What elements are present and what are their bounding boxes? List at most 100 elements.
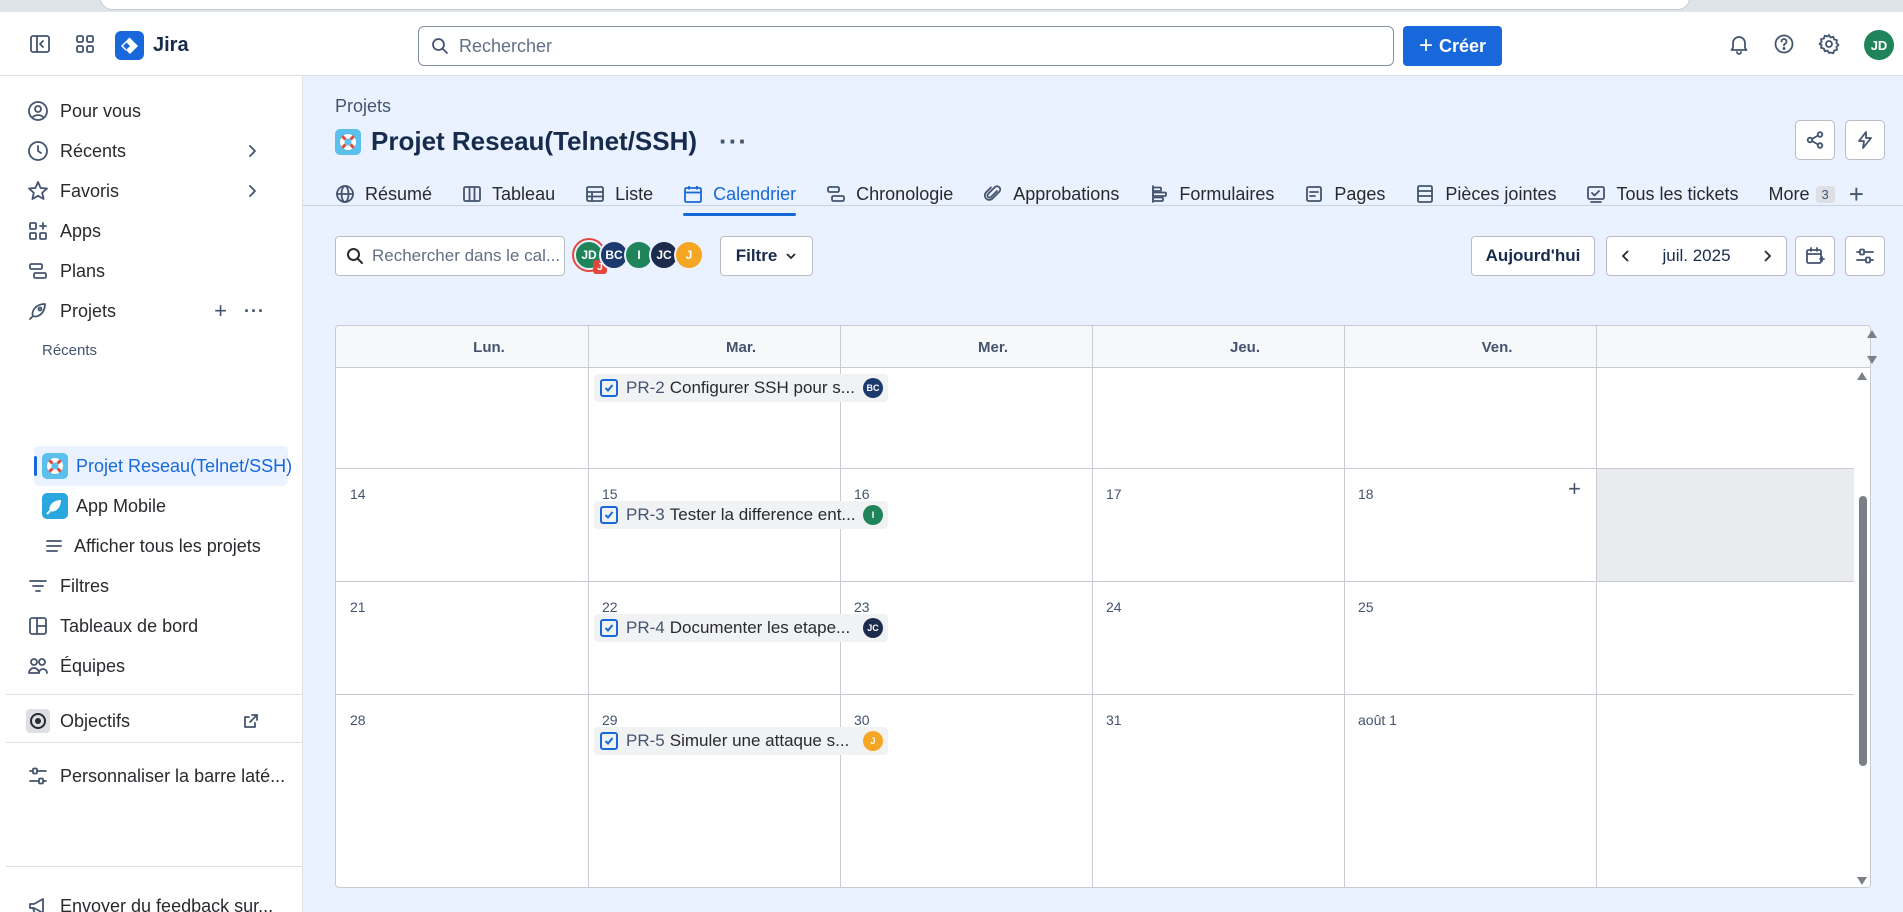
add-event-icon[interactable]: + [1568, 476, 1581, 502]
tab-chronologie[interactable]: Chronologie [826, 174, 953, 214]
page-icon [1306, 186, 1323, 202]
month-navigator: juil. 2025 [1606, 236, 1787, 276]
add-tab-icon[interactable]: + [1849, 174, 1864, 214]
more-icon[interactable]: ··· [244, 301, 265, 322]
tab-tableau[interactable]: Tableau [462, 174, 555, 214]
tab-label: Approbations [1013, 183, 1120, 204]
lifebuoy-icon [335, 128, 361, 155]
chevron-right-icon[interactable] [1760, 249, 1774, 263]
filter-button[interactable]: Filtre [720, 236, 813, 276]
month-label: juil. 2025 [1662, 246, 1731, 265]
add-date-button[interactable] [1795, 236, 1835, 276]
ticket-assignee-avatar: BC [863, 378, 883, 398]
tab-label: Liste [615, 183, 654, 204]
add-project-icon[interactable]: + [214, 298, 227, 324]
sidebar-item-plans[interactable]: Plans [26, 253, 105, 289]
list-icon [46, 540, 62, 552]
create-button[interactable]: + Créer [1403, 26, 1502, 66]
page-scroll-up-icon[interactable] [1867, 330, 1877, 338]
day-number: 23 [854, 599, 870, 615]
chevron-right-icon[interactable] [245, 184, 259, 198]
app-name[interactable]: Jira [153, 34, 189, 57]
sidebar-item-filtres[interactable]: Filtres [26, 568, 109, 604]
ticket-key: PR-3 [626, 505, 665, 524]
calendar-ticket[interactable]: PR-5 Simuler une attaque s... J [594, 727, 888, 755]
megaphone-icon [29, 898, 44, 912]
sidebar-toggle-button[interactable] [24, 28, 56, 60]
sidebar-item-tableaux-de-bord[interactable]: Tableaux de bord [26, 608, 198, 644]
breadcrumb[interactable]: Projets [335, 96, 391, 117]
ticket-key: PR-2 [626, 378, 665, 397]
tab-tous-les-tickets[interactable]: Tous les tickets [1586, 174, 1739, 214]
sidebar-item-label: Afficher tous les projets [74, 535, 261, 556]
user-circle-icon [28, 101, 48, 121]
sidebar-customize[interactable]: Personnaliser la barre laté... [26, 758, 285, 794]
share-button[interactable] [1795, 120, 1835, 160]
project-tabs: Résumé Tableau Liste Calendrier Chronolo… [335, 174, 1864, 216]
sidebar-item-label: Équipes [60, 655, 126, 676]
tab-more[interactable]: More 3 [1769, 174, 1835, 214]
apps-icon [29, 222, 47, 240]
calendar-ticket[interactable]: PR-3 Tester la difference ent... I [594, 501, 888, 529]
avatar-initials: J [685, 248, 693, 262]
tab-calendrier[interactable]: Calendrier [683, 174, 797, 216]
scroll-down-icon[interactable] [1857, 877, 1867, 885]
scroll-up-icon[interactable] [1857, 372, 1867, 380]
view-settings-button[interactable] [1845, 236, 1885, 276]
calendar-ticket[interactable]: PR-4 Documenter les etape... JC [594, 614, 888, 642]
tab-label: More [1768, 183, 1810, 204]
today-highlight-cell[interactable] [1596, 468, 1856, 581]
tab-liste[interactable]: Liste [585, 174, 653, 214]
sidebar-divider [6, 866, 303, 867]
sidebar-item-equipes[interactable]: Équipes [26, 648, 125, 684]
sidebar-item-label: Apps [60, 220, 102, 241]
notifications-button[interactable] [1723, 28, 1755, 60]
help-button[interactable] [1768, 28, 1800, 60]
sidebar-item-objectifs[interactable]: Objectifs [26, 703, 283, 739]
calendar-ticket[interactable]: PR-2 Configurer SSH pour s... BC [594, 374, 888, 402]
day-number: 21 [350, 599, 366, 615]
day-number: 18 [1358, 486, 1374, 502]
sidebar-item-recents[interactable]: Récents [26, 133, 283, 169]
sidebar: Pour vous Récents Favoris Apps Plans Pro… [0, 76, 303, 912]
automation-button[interactable] [1845, 120, 1885, 160]
calendar-search-input[interactable]: Rechercher dans le cal... [335, 236, 565, 276]
chevron-left-icon[interactable] [1619, 249, 1633, 263]
customize-icon [29, 767, 47, 785]
page-scroll-down-icon[interactable] [1867, 356, 1877, 364]
tab-label: Tableau [492, 183, 556, 204]
attachment-icon [1417, 185, 1434, 203]
column-divider [1596, 326, 1597, 887]
sidebar-project-app-mobile[interactable]: App Mobile [42, 488, 166, 524]
user-avatar[interactable]: JD [1864, 30, 1894, 60]
today-button[interactable]: Aujourd'hui [1471, 236, 1595, 276]
avatar-filter-j[interactable]: J [674, 240, 704, 270]
tab-approbations[interactable]: Approbations [983, 174, 1119, 214]
sidebar-section-recents: Récents [42, 342, 98, 359]
tab-pieces-jointes[interactable]: Pièces jointes [1415, 174, 1556, 214]
day-number: août 1 [1358, 712, 1397, 728]
more-actions-icon[interactable]: ··· [719, 126, 748, 157]
sidebar-item-pour-vous[interactable]: Pour vous [26, 93, 141, 129]
column-divider [840, 326, 841, 887]
sidebar-view-all-projects[interactable]: Afficher tous les projets [42, 528, 261, 564]
sidebar-item-favoris[interactable]: Favoris [26, 173, 283, 209]
sidebar-project-reseau[interactable]: Projet Reseau(Telnet/SSH) [42, 448, 292, 484]
sidebar-item-apps[interactable]: Apps [26, 213, 101, 249]
sidebar-item-label: Personnaliser la barre laté... [60, 765, 286, 786]
chevron-right-icon[interactable] [245, 144, 259, 158]
sidebar-item-projets[interactable]: Projets + ··· [26, 293, 283, 329]
tab-pages[interactable]: Pages [1304, 174, 1385, 214]
jira-logo-icon[interactable] [115, 31, 144, 60]
sidebar-feedback[interactable]: Envoyer du feedback sur... [26, 888, 273, 912]
global-search-input[interactable]: Rechercher [418, 26, 1394, 66]
app-switcher-button[interactable] [69, 28, 101, 60]
tab-formulaires[interactable]: Formulaires [1149, 174, 1274, 214]
tab-resume[interactable]: Résumé [335, 174, 432, 214]
settings-button[interactable] [1813, 28, 1845, 60]
address-bar[interactable] [100, 0, 1690, 10]
clock-icon [28, 141, 48, 161]
ticket-assignee-avatar: J [863, 731, 883, 751]
task-checkbox-icon [600, 379, 618, 397]
scrollbar-thumb[interactable] [1859, 496, 1867, 766]
